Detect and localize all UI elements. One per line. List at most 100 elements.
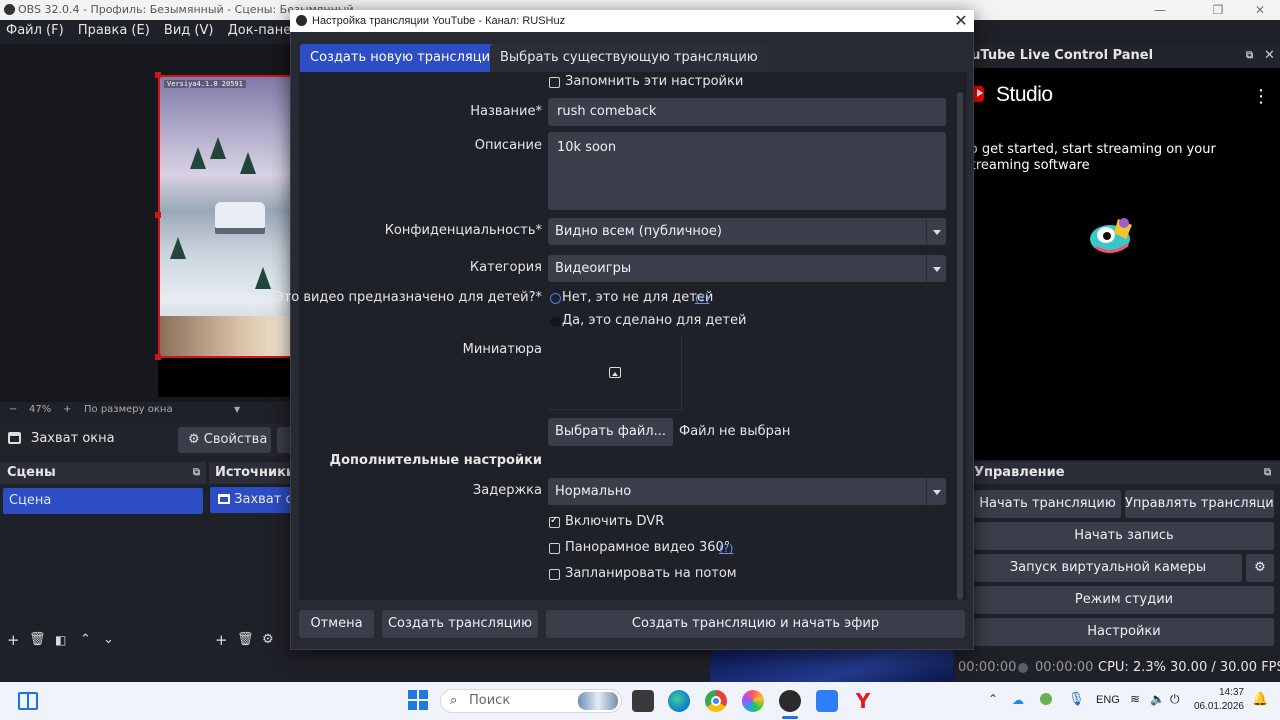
sources-toolbar: + 🗑 ⚙ [209,626,292,654]
kids-help-link[interactable]: (?) [695,292,709,305]
start-streaming-button[interactable]: Начать трансляцию [974,490,1121,518]
search-highlight-image [578,692,618,710]
choose-file-button[interactable]: Выбрать файл... [548,418,673,446]
schedule-later-checkbox[interactable] [549,569,560,580]
recording-time: 00:00:00 [1035,660,1094,675]
scene-list-item[interactable]: Сцена [3,488,203,514]
undock-icon[interactable]: ⧉ [1246,44,1253,68]
settings-button[interactable]: Настройки [974,618,1274,646]
create-broadcast-button[interactable]: Создать трансляцию [382,610,538,638]
create-and-start-button[interactable]: Создать трансляцию и начать эфир [546,610,965,638]
clock-date[interactable]: 06.01.2026 [1186,701,1244,712]
minimize-icon[interactable]: — [1140,0,1180,20]
start-streaming-label: Начать трансляцию [979,496,1116,511]
undock-icon[interactable]: ⧉ [193,462,200,484]
zoom-mode[interactable]: По размеру окна [84,402,173,418]
category-select[interactable]: Видеоигры [548,255,946,282]
menu-edit[interactable]: Правка (E) [78,23,150,38]
sources-title: Источники [215,465,292,480]
move-down-icon[interactable]: ⌄ [103,626,114,654]
edge-browser-icon[interactable] [668,690,690,712]
photo-editor-icon[interactable] [816,690,838,712]
no-file-chosen-text: Файл не выбран [679,424,791,439]
source-toolbar: Захват окна ⚙ Свойства [0,424,292,456]
360-help-link[interactable]: (?) [719,542,733,555]
source-settings-icon[interactable]: ⚙ [262,626,274,654]
record-indicator-icon [1018,663,1028,673]
settings-label: Настройки [1087,624,1161,639]
for-kids-radio[interactable] [550,316,561,327]
thumbnail-label: Миниатюра [462,342,542,357]
microphone-icon[interactable]: 🎙 [1068,692,1085,707]
zoom-level: 47% [29,404,52,415]
photos-app-icon[interactable] [742,690,764,712]
enable-dvr-checkbox[interactable] [549,515,560,528]
add-source-icon[interactable]: + [215,626,228,654]
menu-view[interactable]: Вид (V) [164,23,214,38]
source-list-item[interactable]: Захват окна [210,487,292,513]
scenes-dock-header: Сцены ⧉ [0,462,206,484]
scene-filters-icon[interactable]: ◧ [55,626,66,654]
cancel-button[interactable]: Отмена [299,610,374,638]
close-window-icon[interactable]: ✕ [1240,0,1280,20]
menu-file[interactable]: Файл (F) [6,23,64,38]
tab-select-broadcast[interactable]: Выбрать существующую трансляцию [490,44,768,72]
obs-taskbar-icon[interactable] [779,690,801,712]
stream-time: 00:00:00 [958,660,1017,675]
more-options-icon[interactable]: ⋮ [1252,86,1270,107]
show-hidden-icons-chevron-icon[interactable]: ⌃ [988,692,998,706]
tray-app-icon[interactable] [1040,693,1052,705]
close-dock-icon[interactable]: ✕ [1264,44,1275,68]
tree-shape [210,137,226,159]
wifi-icon[interactable]: ≋ [1130,692,1140,706]
transform-handle[interactable] [155,212,161,218]
task-view-icon[interactable] [632,690,654,712]
category-value: Видеоигры [555,261,632,276]
transform-handle[interactable] [155,354,161,360]
transform-handle[interactable] [155,72,161,78]
start-recording-button[interactable]: Начать запись [974,522,1274,550]
privacy-select[interactable]: Видно всем (публичное) [548,218,946,245]
volume-icon[interactable]: 🔈 [1150,692,1165,706]
move-up-icon[interactable]: ⌃ [80,626,91,654]
youtube-start-message-text: To get started, start streaming on your … [974,142,1216,173]
description-textarea[interactable]: 10k soon [548,132,946,210]
for-kids-label: Да, это сделано для детей [562,313,747,328]
category-label: Категория [469,260,542,275]
close-dialog-icon[interactable]: ✕ [950,11,972,31]
latency-select[interactable]: Нормально [548,478,946,505]
dialog-scrollbar[interactable] [957,92,963,600]
start-virtual-camera-button[interactable]: Запуск виртуальной камеры [974,554,1242,582]
zoom-in-button[interactable]: + [63,402,71,418]
start-menu-icon[interactable] [408,690,428,710]
language-indicator[interactable]: ENG [1096,694,1120,706]
undock-icon[interactable]: ⧉ [1264,462,1271,484]
maximize-icon[interactable]: ❐ [1198,0,1238,20]
360-video-checkbox[interactable] [549,543,560,554]
remove-scene-icon[interactable]: 🗑 [29,626,46,654]
properties-button[interactable]: ⚙ Свойства [178,427,271,453]
onedrive-icon[interactable]: ☁ [1012,693,1024,707]
taskbar-search-input[interactable]: ⌕ Поиск [440,689,622,713]
zoom-dropdown-icon[interactable]: ▼ [234,402,240,418]
zoom-out-button[interactable]: − [9,402,17,418]
remove-source-icon[interactable]: 🗑 [237,626,254,654]
not-for-kids-radio[interactable] [550,293,561,304]
remember-settings-checkbox[interactable] [549,77,560,88]
notifications-bell-icon[interactable]: 🔔 [1252,692,1268,707]
tab-create-broadcast[interactable]: Создать новую трансляцию [300,44,511,72]
widgets-icon[interactable] [18,692,38,710]
studio-mode-button[interactable]: Режим студии [974,586,1274,614]
youtube-mascot-icon [1090,218,1132,253]
window-capture-preview[interactable]: Versiya4.1.0 20591 [158,75,292,358]
game-version-hud: Versiya4.1.0 20591 [164,80,246,88]
manage-broadcast-button[interactable]: Управлять трансляцией [1125,490,1274,518]
chrome-icon[interactable] [705,690,727,712]
chevron-down-icon [926,218,946,245]
battery-icon[interactable]: ⏻ [1170,692,1180,707]
virtual-camera-settings-button[interactable]: ⚙ [1246,554,1274,582]
yandex-browser-icon[interactable]: Y [852,690,874,712]
clock-time[interactable]: 14:37 [1196,687,1244,698]
title-input[interactable]: rush comeback [548,98,946,126]
add-scene-icon[interactable]: + [7,626,20,654]
